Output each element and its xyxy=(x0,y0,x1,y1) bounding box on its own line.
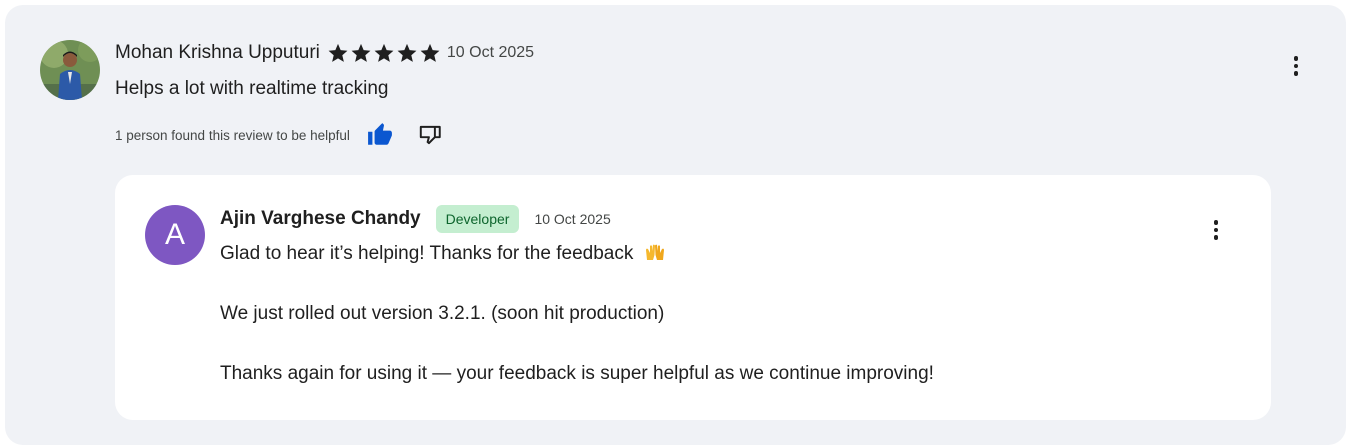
star-icon xyxy=(374,43,394,62)
developer-reply-card: A Ajin Varghese Chandy Developer 10 Oct … xyxy=(115,175,1271,420)
star-icon xyxy=(351,43,371,62)
more-vert-icon xyxy=(1213,220,1219,225)
star-icon xyxy=(328,43,348,62)
review-header: Mohan Krishna Upputuri 10 Oct 2025 xyxy=(115,42,534,64)
reviewer-name: Mohan Krishna Upputuri xyxy=(115,42,320,63)
thumb-down-button[interactable] xyxy=(416,121,444,149)
star-icon xyxy=(397,43,417,62)
more-vert-icon xyxy=(1293,56,1299,61)
raising-hands-emoji-icon xyxy=(645,244,664,260)
reviewer-avatar xyxy=(40,40,100,100)
review-text: Helps a lot with realtime tracking xyxy=(115,78,389,99)
review-more-options-button[interactable] xyxy=(1284,52,1308,80)
review-card: Mohan Krishna Upputuri 10 Oct 2025 Helps… xyxy=(5,5,1346,445)
star-icon xyxy=(420,43,440,62)
thumb-up-icon xyxy=(367,123,392,145)
reply-header: Ajin Varghese Chandy Developer 10 Oct 20… xyxy=(220,205,611,233)
reply-more-options-button[interactable] xyxy=(1204,216,1228,244)
thumb-up-button[interactable] xyxy=(366,121,394,149)
reply-date: 10 Oct 2025 xyxy=(534,211,611,227)
reply-text-line-3: Thanks again for using it — your feedbac… xyxy=(220,363,934,384)
review-date: 10 Oct 2025 xyxy=(446,44,535,61)
reply-text-line-2: We just rolled out version 3.2.1. (soon … xyxy=(220,303,665,324)
thumb-down-icon xyxy=(419,125,441,145)
star-rating xyxy=(327,42,441,64)
helpful-row: 1 person found this review to be helpful xyxy=(115,121,444,149)
helpful-count-text: 1 person found this review to be helpful xyxy=(115,127,350,143)
developer-name: Ajin Varghese Chandy xyxy=(220,208,421,229)
reply-text-line-1: Glad to hear it’s helping! Thanks for th… xyxy=(220,243,665,265)
developer-badge: Developer xyxy=(435,205,520,233)
developer-avatar: A xyxy=(145,205,205,265)
reply-line-1-text: Glad to hear it’s helping! Thanks for th… xyxy=(220,243,634,264)
